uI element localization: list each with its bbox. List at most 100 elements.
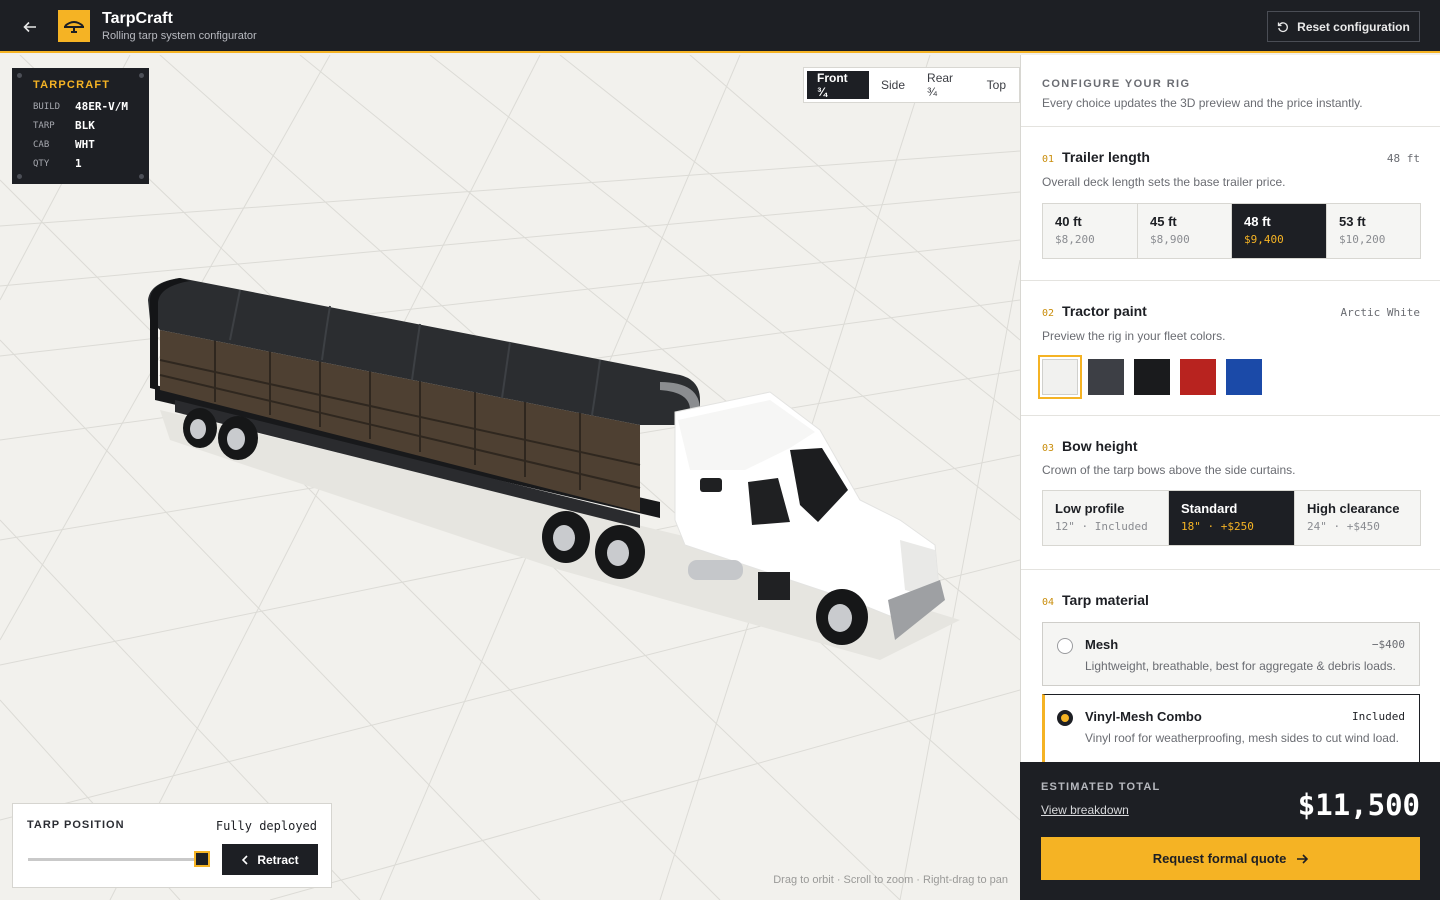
material-name: Vinyl-Mesh Combo (1085, 709, 1202, 724)
section-name: Trailer length (1062, 149, 1150, 165)
build-card-brand: TARPCRAFT (33, 79, 111, 91)
build-row-value: 48ER-V/M (75, 100, 128, 113)
retract-label: Retract (257, 852, 299, 867)
section-title: 03 Bow height (1042, 438, 1137, 454)
build-row: BUILD 48ER-V/M (33, 97, 149, 116)
swatch-arctic-white[interactable] (1038, 355, 1082, 399)
view-angle-tabs: Front ¾ Side Rear ¾ Top (803, 67, 1020, 103)
option-label: 45 ft (1150, 214, 1177, 229)
section-description: Crown of the tarp bows above the side cu… (1042, 463, 1296, 477)
paint-swatches (1038, 355, 1262, 399)
section-title: 04 Tarp material (1042, 592, 1149, 608)
reset-label: Reset configuration (1297, 19, 1410, 34)
build-row: TARP BLK (33, 116, 149, 135)
viewport-hint: Drag to orbit · Scroll to zoom · Right-d… (773, 874, 1008, 886)
app-title: TarpCraft (102, 10, 173, 27)
bow-option-low-profile[interactable]: Low profile 12" · Included (1043, 491, 1169, 545)
card-rivet (139, 73, 144, 78)
radio-button[interactable] (1057, 638, 1073, 654)
trailer-length-section: 01 Trailer length 48 ft Overall deck len… (1021, 127, 1440, 281)
section-number: 04 (1042, 597, 1055, 608)
material-price: −$400 (1371, 638, 1405, 651)
view-breakdown-link[interactable]: View breakdown (1041, 803, 1129, 817)
section-description: Preview the rig in your fleet colors. (1042, 329, 1226, 343)
swatch-red[interactable] (1180, 359, 1216, 395)
build-row-value: 1 (75, 157, 82, 170)
radio-button[interactable] (1057, 710, 1073, 726)
app-subtitle: Rolling tarp system configurator (102, 30, 257, 42)
arrow-left-icon (23, 21, 36, 33)
build-row-value: BLK (75, 119, 95, 132)
option-detail: 12" · Included (1055, 520, 1148, 533)
material-description: Lightweight, breathable, best for aggreg… (1085, 659, 1396, 673)
swatch-black[interactable] (1134, 359, 1170, 395)
build-row-value: WHT (75, 138, 95, 151)
build-row-key: TARP (33, 120, 55, 131)
option-price: $9,400 (1244, 233, 1284, 246)
tab-rear-three-quarter[interactable]: Rear ¾ (917, 71, 975, 99)
card-rivet (17, 174, 22, 179)
card-rivet (139, 174, 144, 179)
swatch-graphite[interactable] (1088, 359, 1124, 395)
section-title: 02 Tractor paint (1042, 303, 1147, 319)
section-description: Overall deck length sets the base traile… (1042, 175, 1286, 189)
request-quote-button[interactable]: Request formal quote (1041, 837, 1420, 880)
bow-option-standard[interactable]: Standard 18" · +$250 (1169, 491, 1295, 545)
swatch-blue[interactable] (1226, 359, 1262, 395)
tarp-position-status: Fully deployed (215, 819, 317, 833)
section-number: 01 (1042, 154, 1055, 165)
material-name: Mesh (1085, 637, 1119, 652)
tractor-paint-value: Arctic White (1340, 306, 1420, 319)
truck-scene (0, 55, 1020, 900)
estimated-total-bar: ESTIMATED TOTAL View breakdown $11,500 R… (1020, 762, 1440, 900)
material-option-mesh[interactable]: Mesh −$400 Lightweight, breathable, best… (1042, 622, 1420, 686)
material-price: Included (1352, 710, 1405, 723)
tab-top[interactable]: Top (977, 71, 1016, 99)
option-label: 53 ft (1339, 214, 1366, 229)
option-detail: 18" · +$250 (1181, 520, 1254, 533)
total-price: $11,500 (1297, 788, 1420, 822)
length-option-48ft[interactable]: 48 ft $9,400 (1232, 204, 1327, 258)
tarp-position-label: TARP POSITION (27, 819, 125, 831)
rotate-ccw-icon (1278, 21, 1289, 32)
panel-subtitle: Every choice updates the 3D preview and … (1042, 96, 1363, 110)
tab-side[interactable]: Side (871, 71, 915, 99)
build-row: CAB WHT (33, 135, 149, 154)
back-button[interactable] (18, 15, 42, 39)
panel-header: CONFIGURE YOUR RIG Every choice updates … (1021, 55, 1440, 127)
length-option-40ft[interactable]: 40 ft $8,200 (1043, 204, 1138, 258)
request-quote-label: Request formal quote (1152, 851, 1287, 866)
reset-configuration-button[interactable]: Reset configuration (1267, 11, 1420, 42)
tarp-position-slider[interactable] (28, 858, 203, 861)
option-price: $8,900 (1150, 233, 1190, 246)
tractor-paint-section: 02 Tractor paint Arctic White Preview th… (1021, 281, 1440, 416)
tarp-material-section: 04 Tarp material Mesh −$400 Lightweight,… (1021, 570, 1440, 762)
top-bar: TarpCraft Rolling tarp system configurat… (0, 0, 1440, 53)
retract-button[interactable]: Retract (222, 844, 318, 875)
tarp-bow-icon (64, 21, 84, 33)
trailer-length-value: 48 ft (1386, 152, 1420, 165)
build-row-key: QTY (33, 158, 50, 169)
panel-kicker: CONFIGURE YOUR RIG (1042, 78, 1191, 90)
tarp-position-slider-thumb[interactable] (194, 851, 210, 867)
build-row-key: BUILD (33, 101, 61, 112)
option-label: Low profile (1055, 501, 1125, 516)
option-label: 48 ft (1244, 214, 1271, 229)
tab-front-three-quarter[interactable]: Front ¾ (807, 71, 870, 99)
option-price: $10,200 (1339, 233, 1386, 246)
configuration-panel[interactable]: CONFIGURE YOUR RIG Every choice updates … (1020, 55, 1440, 762)
material-option-vinyl-mesh-combo[interactable]: Vinyl-Mesh Combo Included Vinyl roof for… (1042, 694, 1420, 762)
bow-option-high-clearance[interactable]: High clearance 24" · +$450 (1295, 491, 1420, 545)
section-title: 01 Trailer length (1042, 149, 1150, 165)
section-name: Tractor paint (1062, 303, 1147, 319)
tarp-position-panel: TARP POSITION Fully deployed Retract (12, 803, 332, 888)
bow-height-options: Low profile 12" · Included Standard 18" · … (1042, 490, 1421, 546)
length-option-45ft[interactable]: 45 ft $8,900 (1138, 204, 1232, 258)
option-price: $8,200 (1055, 233, 1095, 246)
3d-viewport[interactable]: TARPCRAFT BUILD 48ER-V/M TARP BLK CAB WHT Q… (0, 55, 1020, 900)
total-kicker: ESTIMATED TOTAL (1041, 781, 1161, 793)
section-name: Tarp material (1062, 592, 1149, 608)
option-label: Standard (1181, 501, 1238, 516)
length-option-53ft[interactable]: 53 ft $10,200 (1327, 204, 1420, 258)
bow-height-section: 03 Bow height Crown of the tarp bows abo… (1021, 416, 1440, 570)
